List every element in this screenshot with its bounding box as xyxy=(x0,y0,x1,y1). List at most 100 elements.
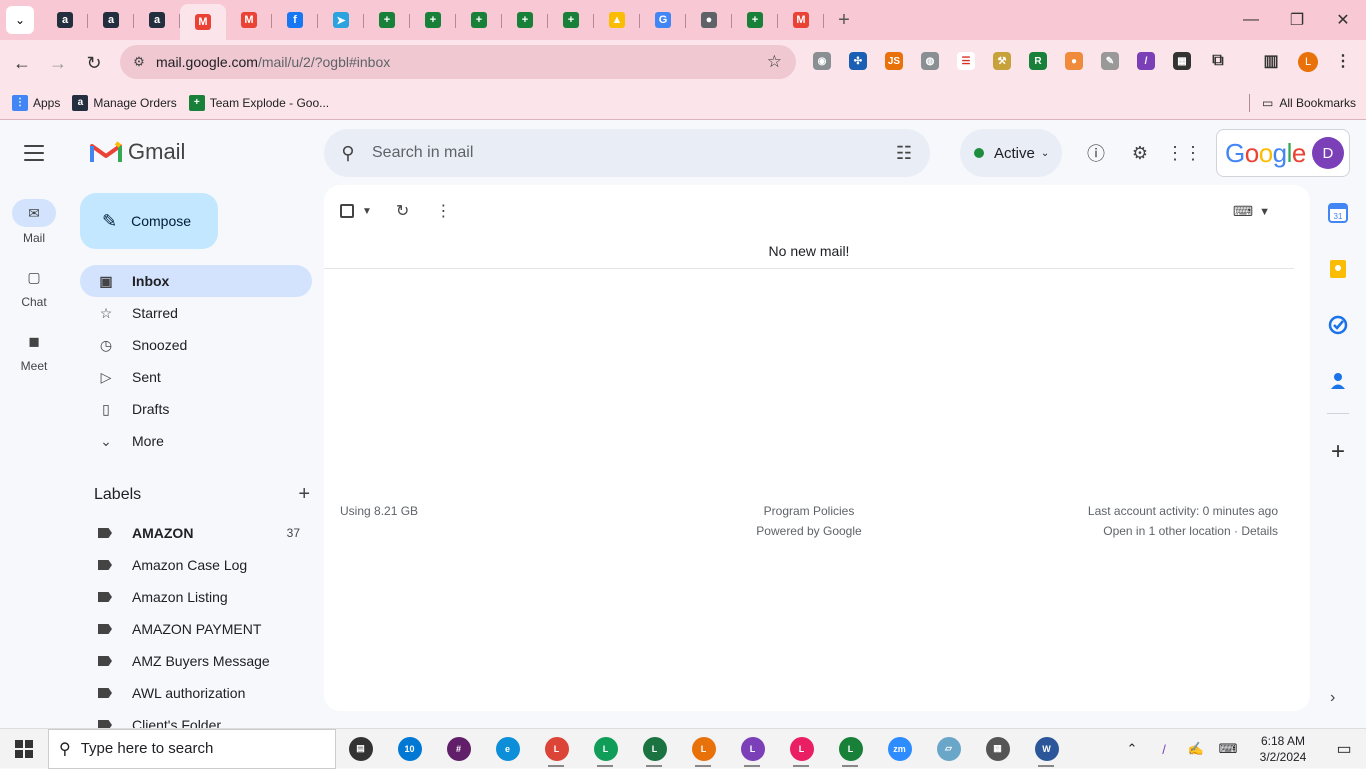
label-item[interactable]: AWL authorization xyxy=(80,677,312,709)
new-tab-button[interactable]: + xyxy=(830,6,858,34)
nav-item-more[interactable]: ⌄ More xyxy=(80,425,312,457)
extension-network-icon[interactable]: ✣ xyxy=(849,52,867,70)
label-item[interactable]: AMZ Buyers Message xyxy=(80,645,312,677)
extension-feather-icon[interactable]: / xyxy=(1137,52,1155,70)
bookmark-item[interactable]: ⋮ Apps xyxy=(12,94,60,111)
taskbar-app[interactable]: ▱ xyxy=(924,729,973,769)
extension-list-icon[interactable]: ☰ xyxy=(957,52,975,70)
rail-item-meet[interactable]: ◼ Meet xyxy=(0,327,68,391)
taskbar-app[interactable]: L xyxy=(679,729,728,769)
bookmark-item[interactable]: a Manage Orders xyxy=(72,94,177,111)
main-menu-icon[interactable] xyxy=(20,141,48,165)
browser-tab[interactable]: ➤ xyxy=(318,4,364,36)
compose-button[interactable]: ✎ Compose xyxy=(80,193,218,249)
taskbar-app[interactable]: L xyxy=(777,729,826,769)
forward-icon[interactable]: → xyxy=(40,45,76,81)
all-bookmarks[interactable]: ▭ All Bookmarks xyxy=(1248,86,1356,120)
taskbar-app[interactable]: L xyxy=(826,729,875,769)
extension-db-icon[interactable]: ◉ xyxy=(813,52,831,70)
gmail-logo[interactable]: Gmail xyxy=(90,139,185,165)
browser-tab[interactable]: ● xyxy=(686,4,732,36)
extension-js-icon[interactable]: JS xyxy=(885,52,903,70)
nav-item-snoozed[interactable]: ◷ Snoozed xyxy=(80,329,312,361)
mail-search-bar[interactable]: ⚲ Search in mail ☷ xyxy=(324,129,930,177)
more-options-icon[interactable]: ⋮ xyxy=(435,201,451,221)
browser-menu-icon[interactable]: ⋮ xyxy=(1334,52,1352,70)
rail-item-mail[interactable]: ✉ Mail xyxy=(0,199,68,263)
account-switcher[interactable]: Google D xyxy=(1216,129,1350,177)
taskbar-app[interactable]: ▤ xyxy=(336,729,385,769)
extension-signature-icon[interactable]: ✎ xyxy=(1101,52,1119,70)
minimize-icon[interactable]: — xyxy=(1228,0,1274,40)
show-hidden-icons-icon[interactable]: ⌃ xyxy=(1116,741,1148,757)
browser-tab[interactable]: + xyxy=(410,4,456,36)
label-item[interactable]: AMAZON PAYMENT xyxy=(80,613,312,645)
taskbar-search-input[interactable]: Type here to search xyxy=(81,740,214,757)
keep-icon[interactable] xyxy=(1310,241,1366,297)
taskbar-app[interactable]: ▦ xyxy=(973,729,1022,769)
label-item[interactable]: AMAZON 37 xyxy=(80,517,312,549)
browser-tab[interactable]: + xyxy=(732,4,778,36)
bookmark-item[interactable]: + Team Explode - Goo... xyxy=(188,94,329,111)
select-all-checkbox[interactable] xyxy=(340,204,354,218)
browser-profile-avatar[interactable]: L xyxy=(1298,52,1318,72)
ink-workspace-icon[interactable]: ✍ xyxy=(1180,741,1212,757)
browser-tab[interactable]: M xyxy=(778,4,824,36)
status-dropdown[interactable]: Active ⌄ xyxy=(960,129,1062,177)
search-icon[interactable]: ⚲ xyxy=(324,143,372,164)
rail-item-chat[interactable]: ▢ Chat xyxy=(0,263,68,327)
calendar-icon[interactable]: 31 xyxy=(1310,185,1366,241)
notifications-icon[interactable]: ▭ xyxy=(1322,739,1366,759)
browser-tab[interactable]: G xyxy=(640,4,686,36)
select-menu-chevron-icon[interactable]: ▼ xyxy=(362,206,372,217)
settings-gear-icon[interactable]: ⚙ xyxy=(1128,141,1152,165)
side-panel-icon[interactable]: ▥ xyxy=(1262,52,1280,70)
extension-tools-icon[interactable]: ⚒ xyxy=(993,52,1011,70)
nav-item-drafts[interactable]: ▯ Drafts xyxy=(80,393,312,425)
site-info-icon[interactable]: ⚙ xyxy=(128,54,150,70)
address-bar[interactable]: ⚙ mail.google.com/mail/u/2/?ogbl#inbox ☆ xyxy=(120,45,796,79)
keyboard-icon[interactable]: ⌨ xyxy=(1212,741,1244,757)
taskbar-app[interactable]: L xyxy=(728,729,777,769)
taskbar-app[interactable]: zm xyxy=(875,729,924,769)
reload-icon[interactable]: ↻ xyxy=(76,45,112,81)
browser-tab[interactable]: ▲ xyxy=(594,4,640,36)
extension-globe-icon[interactable]: ◍ xyxy=(921,52,939,70)
help-icon[interactable]: ⓘ xyxy=(1084,141,1108,165)
taskbar-app[interactable]: L xyxy=(630,729,679,769)
search-options-icon[interactable]: ☷ xyxy=(896,143,912,164)
browser-tab[interactable]: a xyxy=(88,4,134,36)
label-item[interactable]: Amazon Case Log xyxy=(80,549,312,581)
taskbar-app[interactable]: L xyxy=(581,729,630,769)
browser-tab[interactable]: a xyxy=(42,4,88,36)
contacts-icon[interactable] xyxy=(1310,353,1366,409)
account-avatar[interactable]: D xyxy=(1311,137,1344,169)
extensions-puzzle-icon[interactable]: ⧉ xyxy=(1209,52,1227,70)
browser-tab[interactable]: M xyxy=(226,4,272,36)
taskbar-app[interactable]: 10 xyxy=(385,729,434,769)
taskbar-search[interactable]: ⚲ Type here to search xyxy=(48,728,336,769)
nav-item-sent[interactable]: ▷ Sent xyxy=(80,361,312,393)
browser-tab[interactable]: + xyxy=(364,4,410,36)
storage-usage[interactable]: Using 8.21 GB xyxy=(340,501,418,521)
google-apps-icon[interactable]: ⋮⋮ xyxy=(1166,141,1202,165)
browser-tab[interactable]: + xyxy=(502,4,548,36)
refresh-icon[interactable]: ↻ xyxy=(396,201,409,221)
bookmark-star-icon[interactable]: ☆ xyxy=(767,52,782,72)
browser-tab[interactable]: a xyxy=(134,4,180,36)
taskbar-app[interactable]: W xyxy=(1022,729,1071,769)
clock[interactable]: 6:18 AM 3/2/2024 xyxy=(1244,733,1322,765)
get-addons-icon[interactable]: + xyxy=(1310,424,1366,480)
restore-icon[interactable]: ❐ xyxy=(1274,0,1320,40)
extension-rs-icon[interactable]: R xyxy=(1029,52,1047,70)
extension-orange-icon[interactable]: ● xyxy=(1065,52,1083,70)
chevron-right-icon[interactable]: › xyxy=(1330,689,1335,707)
label-item[interactable]: Amazon Listing xyxy=(80,581,312,613)
tab-search-button[interactable]: ⌄ xyxy=(6,6,34,34)
start-button[interactable] xyxy=(0,729,48,769)
taskbar-app[interactable]: e xyxy=(483,729,532,769)
close-window-icon[interactable]: ✕ xyxy=(1320,0,1366,40)
browser-tab[interactable]: M xyxy=(180,4,226,40)
taskbar-app[interactable]: # xyxy=(434,729,483,769)
input-tools[interactable]: ⌨ ▼ xyxy=(1233,203,1270,220)
